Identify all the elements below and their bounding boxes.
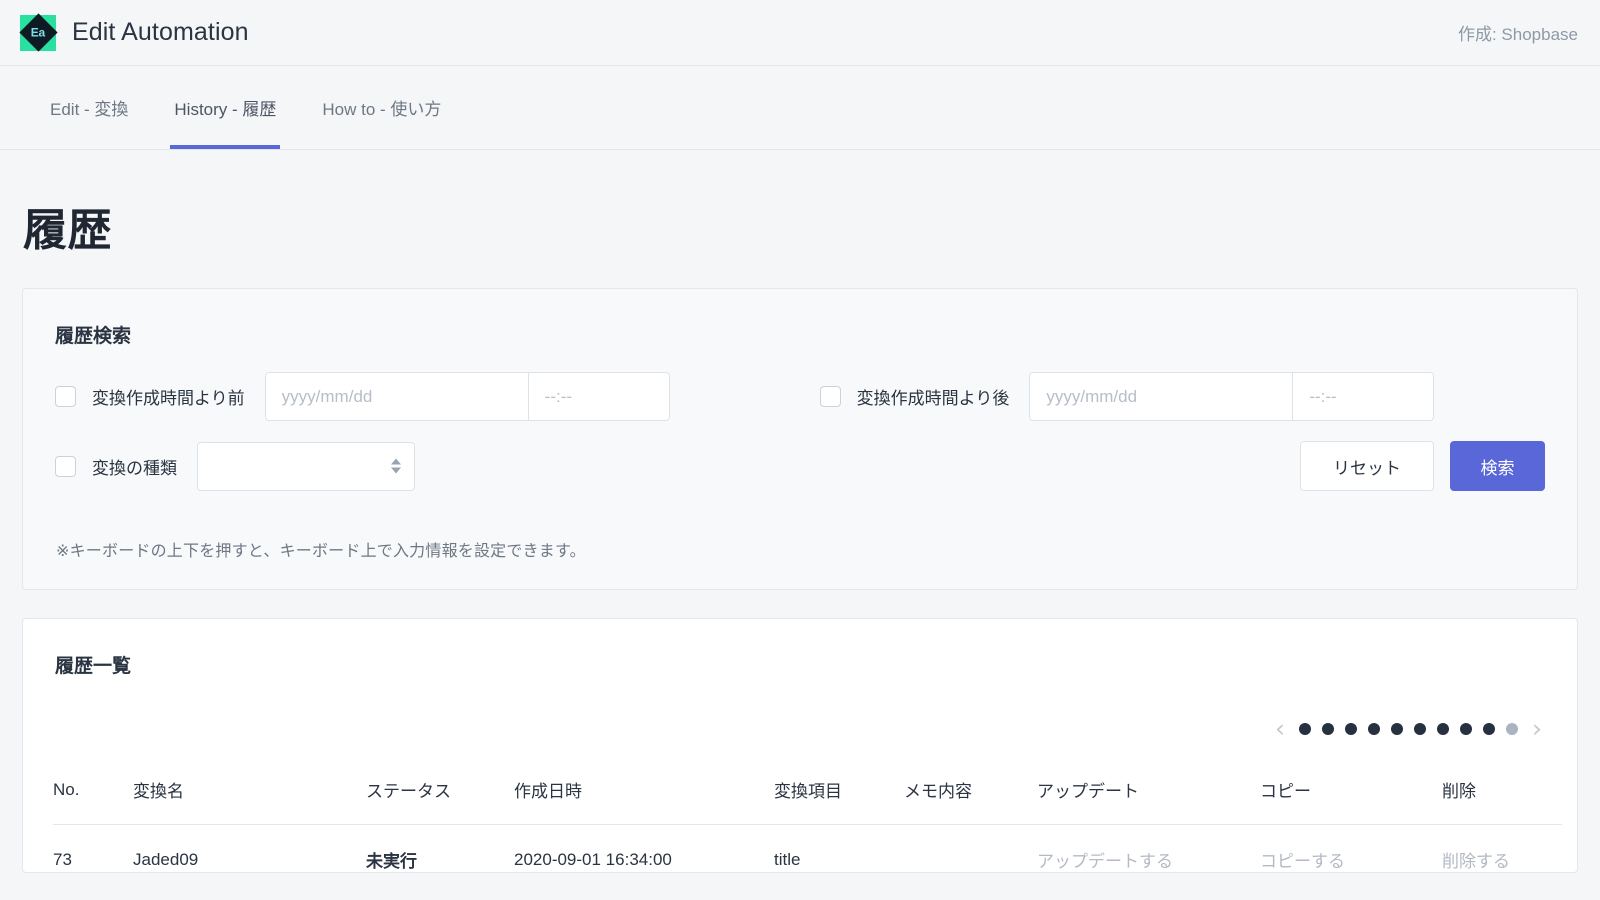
pagination-dots bbox=[1299, 723, 1518, 735]
col-item: 変換項目 bbox=[774, 763, 904, 825]
after-time-input[interactable] bbox=[1293, 372, 1434, 421]
tab-list: Edit - 変換 History - 履歴 How to - 使い方 bbox=[46, 66, 445, 149]
cell-update[interactable]: アップデートする bbox=[1037, 825, 1260, 873]
before-checkbox[interactable] bbox=[55, 386, 76, 407]
app-logo-icon: Ea bbox=[20, 15, 56, 51]
pagination-dot[interactable] bbox=[1460, 723, 1472, 735]
author-label: 作成: Shopbase bbox=[1458, 20, 1578, 45]
search-button[interactable]: 検索 bbox=[1450, 441, 1545, 491]
tab-bar: Edit - 変換 History - 履歴 How to - 使い方 bbox=[0, 66, 1600, 150]
date-filter-row: 変換作成時間より前 変換作成時間より後 bbox=[55, 372, 1545, 421]
reset-button[interactable]: リセット bbox=[1300, 441, 1434, 491]
type-checkbox-label: 変換の種類 bbox=[92, 454, 177, 479]
before-date-input[interactable] bbox=[265, 372, 529, 421]
pagination-next-icon[interactable]: › bbox=[1532, 716, 1542, 741]
cell-created-at: 2020-09-01 16:34:00 bbox=[514, 825, 774, 873]
history-table-body: 73 Jaded09 未実行 2020-09-01 16:34:00 title… bbox=[53, 825, 1562, 873]
history-table-header-row: No. 変換名 ステータス 作成日時 変換項目 メモ内容 アップデート コピー … bbox=[53, 763, 1562, 825]
type-filter-group: 変換の種類 bbox=[55, 442, 415, 491]
cell-delete[interactable]: 削除する bbox=[1442, 825, 1562, 873]
logo-monogram: Ea bbox=[31, 26, 45, 38]
col-no: No. bbox=[53, 763, 133, 825]
history-list-body: ‹ › No. 変換名 ステータス 作成日時 変換項目 メモ内容 bbox=[23, 678, 1577, 872]
type-checkbox[interactable] bbox=[55, 456, 76, 477]
brand: Ea Edit Automation bbox=[20, 15, 249, 51]
tab-edit[interactable]: Edit - 変換 bbox=[46, 66, 132, 149]
pagination-dot[interactable] bbox=[1483, 723, 1495, 735]
history-search-title: 履歴検索 bbox=[23, 289, 1577, 348]
pagination-dot[interactable] bbox=[1414, 723, 1426, 735]
delete-link[interactable]: 削除する bbox=[1442, 852, 1510, 871]
after-checkbox-label: 変換作成時間より後 bbox=[857, 384, 1010, 409]
col-delete: 削除 bbox=[1442, 763, 1562, 825]
cell-item: title bbox=[774, 825, 904, 873]
after-checkbox[interactable] bbox=[820, 386, 841, 407]
table-row: 73 Jaded09 未実行 2020-09-01 16:34:00 title… bbox=[53, 825, 1562, 873]
col-name: 変換名 bbox=[133, 763, 366, 825]
cell-memo bbox=[904, 825, 1037, 873]
after-filter-group: 変換作成時間より後 bbox=[820, 372, 1435, 421]
type-filter-row: 変換の種類 リセット 検索 bbox=[55, 441, 1545, 491]
col-copy: コピー bbox=[1260, 763, 1442, 825]
type-select[interactable] bbox=[197, 442, 415, 491]
pagination-prev-icon[interactable]: ‹ bbox=[1275, 716, 1285, 741]
pagination-dot[interactable] bbox=[1322, 723, 1334, 735]
col-status: ステータス bbox=[366, 763, 514, 825]
pagination-dot[interactable] bbox=[1345, 723, 1357, 735]
pagination-dot[interactable] bbox=[1299, 723, 1311, 735]
keyboard-hint-note: ※キーボードの上下を押すと、キーボード上で入力情報を設定できます。 bbox=[55, 511, 1545, 561]
form-actions: リセット 検索 bbox=[1300, 441, 1545, 491]
col-update: アップデート bbox=[1037, 763, 1260, 825]
history-list-card: 履歴一覧 ‹ › No. 変換名 ステータス 作成日時 bbox=[22, 618, 1578, 873]
cell-no: 73 bbox=[53, 825, 133, 873]
app-title: Edit Automation bbox=[72, 18, 249, 47]
pagination-dot[interactable] bbox=[1437, 723, 1449, 735]
update-link[interactable]: アップデートする bbox=[1037, 852, 1173, 871]
status-badge: 未実行 bbox=[366, 825, 514, 873]
pagination: ‹ › bbox=[53, 678, 1547, 763]
cell-name: Jaded09 bbox=[133, 825, 366, 873]
copy-link[interactable]: コピーする bbox=[1260, 852, 1345, 871]
page-title: 履歴 bbox=[22, 150, 1578, 288]
before-filter-group: 変換作成時間より前 bbox=[55, 372, 670, 421]
type-select-wrapper bbox=[197, 442, 415, 491]
history-table-head: No. 変換名 ステータス 作成日時 変換項目 メモ内容 アップデート コピー … bbox=[53, 763, 1562, 825]
history-table: No. 変換名 ステータス 作成日時 変換項目 メモ内容 アップデート コピー … bbox=[53, 763, 1562, 872]
after-date-input[interactable] bbox=[1029, 372, 1293, 421]
before-checkbox-label: 変換作成時間より前 bbox=[92, 384, 245, 409]
tab-how-to[interactable]: How to - 使い方 bbox=[318, 66, 445, 149]
page-content: 履歴 履歴検索 変換作成時間より前 変換作成時間より後 bbox=[0, 150, 1600, 873]
history-search-form: 変換作成時間より前 変換作成時間より後 変換の種類 bbox=[23, 348, 1577, 589]
pagination-dot[interactable] bbox=[1391, 723, 1403, 735]
history-search-card: 履歴検索 変換作成時間より前 変換作成時間より後 bbox=[22, 288, 1578, 590]
pagination-dot[interactable] bbox=[1506, 723, 1518, 735]
history-list-title: 履歴一覧 bbox=[23, 619, 1577, 678]
top-bar: Ea Edit Automation 作成: Shopbase bbox=[0, 0, 1600, 66]
cell-copy[interactable]: コピーする bbox=[1260, 825, 1442, 873]
col-created-at: 作成日時 bbox=[514, 763, 774, 825]
logo-diamond-shape: Ea bbox=[19, 13, 57, 51]
col-memo: メモ内容 bbox=[904, 763, 1037, 825]
tab-history[interactable]: History - 履歴 bbox=[170, 66, 280, 149]
before-time-input[interactable] bbox=[529, 372, 670, 421]
pagination-dot[interactable] bbox=[1368, 723, 1380, 735]
